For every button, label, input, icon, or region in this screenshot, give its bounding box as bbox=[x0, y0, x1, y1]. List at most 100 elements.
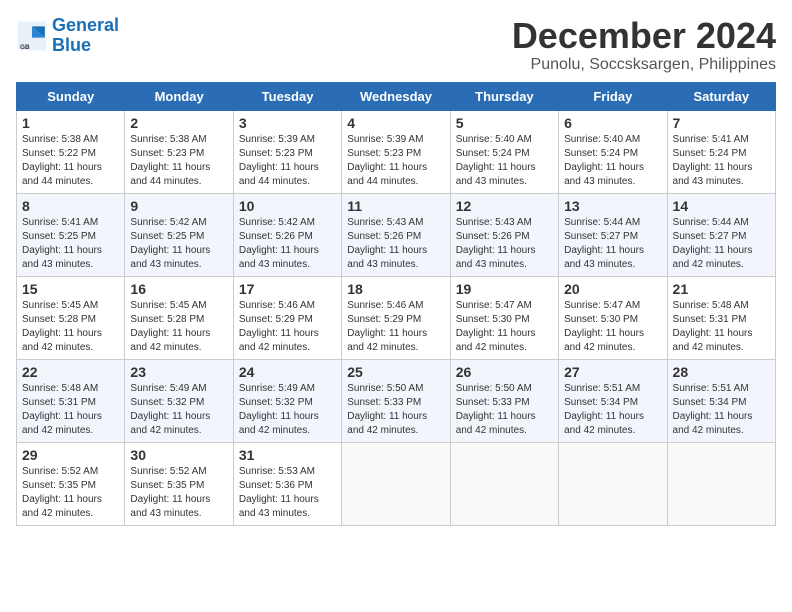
cell-info: Sunrise: 5:46 AM Sunset: 5:29 PM Dayligh… bbox=[239, 299, 336, 355]
calendar-header-monday: Monday bbox=[125, 82, 233, 110]
day-number: 31 bbox=[239, 447, 336, 463]
cell-info: Sunrise: 5:46 AM Sunset: 5:29 PM Dayligh… bbox=[347, 299, 444, 355]
calendar-header-friday: Friday bbox=[559, 82, 667, 110]
cell-info: Sunrise: 5:42 AM Sunset: 5:25 PM Dayligh… bbox=[130, 216, 227, 272]
day-number: 27 bbox=[564, 364, 661, 380]
calendar-cell: 4 Sunrise: 5:39 AM Sunset: 5:23 PM Dayli… bbox=[342, 110, 450, 193]
day-number: 11 bbox=[347, 198, 444, 214]
day-number: 24 bbox=[239, 364, 336, 380]
cell-info: Sunrise: 5:51 AM Sunset: 5:34 PM Dayligh… bbox=[673, 382, 770, 438]
calendar-cell: 13 Sunrise: 5:44 AM Sunset: 5:27 PM Dayl… bbox=[559, 193, 667, 276]
calendar-cell: 31 Sunrise: 5:53 AM Sunset: 5:36 PM Dayl… bbox=[233, 442, 341, 525]
day-number: 5 bbox=[456, 115, 553, 131]
calendar-header-wednesday: Wednesday bbox=[342, 82, 450, 110]
day-number: 3 bbox=[239, 115, 336, 131]
title-area: December 2024 Punolu, Soccsksargen, Phil… bbox=[512, 16, 776, 74]
calendar-cell: 3 Sunrise: 5:39 AM Sunset: 5:23 PM Dayli… bbox=[233, 110, 341, 193]
calendar-cell: 26 Sunrise: 5:50 AM Sunset: 5:33 PM Dayl… bbox=[450, 359, 558, 442]
cell-info: Sunrise: 5:48 AM Sunset: 5:31 PM Dayligh… bbox=[22, 382, 119, 438]
calendar-cell: 1 Sunrise: 5:38 AM Sunset: 5:22 PM Dayli… bbox=[17, 110, 125, 193]
calendar-cell: 15 Sunrise: 5:45 AM Sunset: 5:28 PM Dayl… bbox=[17, 276, 125, 359]
calendar-cell: 8 Sunrise: 5:41 AM Sunset: 5:25 PM Dayli… bbox=[17, 193, 125, 276]
cell-info: Sunrise: 5:43 AM Sunset: 5:26 PM Dayligh… bbox=[347, 216, 444, 272]
calendar-cell bbox=[450, 442, 558, 525]
cell-info: Sunrise: 5:40 AM Sunset: 5:24 PM Dayligh… bbox=[456, 133, 553, 189]
location-title: Punolu, Soccsksargen, Philippines bbox=[512, 56, 776, 74]
calendar-cell: 27 Sunrise: 5:51 AM Sunset: 5:34 PM Dayl… bbox=[559, 359, 667, 442]
svg-text:GB: GB bbox=[20, 44, 30, 51]
cell-info: Sunrise: 5:40 AM Sunset: 5:24 PM Dayligh… bbox=[564, 133, 661, 189]
day-number: 20 bbox=[564, 281, 661, 297]
day-number: 29 bbox=[22, 447, 119, 463]
general-blue-icon: GB bbox=[16, 20, 48, 52]
calendar-cell: 30 Sunrise: 5:52 AM Sunset: 5:35 PM Dayl… bbox=[125, 442, 233, 525]
calendar-cell: 22 Sunrise: 5:48 AM Sunset: 5:31 PM Dayl… bbox=[17, 359, 125, 442]
logo-text: General Blue bbox=[52, 16, 119, 56]
calendar-cell: 6 Sunrise: 5:40 AM Sunset: 5:24 PM Dayli… bbox=[559, 110, 667, 193]
calendar-cell: 2 Sunrise: 5:38 AM Sunset: 5:23 PM Dayli… bbox=[125, 110, 233, 193]
cell-info: Sunrise: 5:45 AM Sunset: 5:28 PM Dayligh… bbox=[130, 299, 227, 355]
day-number: 30 bbox=[130, 447, 227, 463]
day-number: 14 bbox=[673, 198, 770, 214]
day-number: 12 bbox=[456, 198, 553, 214]
calendar-cell: 28 Sunrise: 5:51 AM Sunset: 5:34 PM Dayl… bbox=[667, 359, 775, 442]
day-number: 25 bbox=[347, 364, 444, 380]
cell-info: Sunrise: 5:50 AM Sunset: 5:33 PM Dayligh… bbox=[456, 382, 553, 438]
calendar-cell: 24 Sunrise: 5:49 AM Sunset: 5:32 PM Dayl… bbox=[233, 359, 341, 442]
logo: GB General Blue bbox=[16, 16, 119, 56]
cell-info: Sunrise: 5:44 AM Sunset: 5:27 PM Dayligh… bbox=[673, 216, 770, 272]
cell-info: Sunrise: 5:42 AM Sunset: 5:26 PM Dayligh… bbox=[239, 216, 336, 272]
day-number: 6 bbox=[564, 115, 661, 131]
day-number: 26 bbox=[456, 364, 553, 380]
calendar-cell: 19 Sunrise: 5:47 AM Sunset: 5:30 PM Dayl… bbox=[450, 276, 558, 359]
cell-info: Sunrise: 5:50 AM Sunset: 5:33 PM Dayligh… bbox=[347, 382, 444, 438]
day-number: 21 bbox=[673, 281, 770, 297]
cell-info: Sunrise: 5:38 AM Sunset: 5:23 PM Dayligh… bbox=[130, 133, 227, 189]
calendar-cell: 7 Sunrise: 5:41 AM Sunset: 5:24 PM Dayli… bbox=[667, 110, 775, 193]
day-number: 16 bbox=[130, 281, 227, 297]
calendar-header-sunday: Sunday bbox=[17, 82, 125, 110]
calendar-header-tuesday: Tuesday bbox=[233, 82, 341, 110]
cell-info: Sunrise: 5:45 AM Sunset: 5:28 PM Dayligh… bbox=[22, 299, 119, 355]
calendar-cell: 16 Sunrise: 5:45 AM Sunset: 5:28 PM Dayl… bbox=[125, 276, 233, 359]
day-number: 8 bbox=[22, 198, 119, 214]
cell-info: Sunrise: 5:52 AM Sunset: 5:35 PM Dayligh… bbox=[130, 465, 227, 521]
cell-info: Sunrise: 5:38 AM Sunset: 5:22 PM Dayligh… bbox=[22, 133, 119, 189]
day-number: 2 bbox=[130, 115, 227, 131]
calendar-cell: 5 Sunrise: 5:40 AM Sunset: 5:24 PM Dayli… bbox=[450, 110, 558, 193]
day-number: 23 bbox=[130, 364, 227, 380]
cell-info: Sunrise: 5:51 AM Sunset: 5:34 PM Dayligh… bbox=[564, 382, 661, 438]
calendar-cell bbox=[342, 442, 450, 525]
day-number: 18 bbox=[347, 281, 444, 297]
cell-info: Sunrise: 5:41 AM Sunset: 5:25 PM Dayligh… bbox=[22, 216, 119, 272]
calendar-cell: 12 Sunrise: 5:43 AM Sunset: 5:26 PM Dayl… bbox=[450, 193, 558, 276]
calendar-cell: 14 Sunrise: 5:44 AM Sunset: 5:27 PM Dayl… bbox=[667, 193, 775, 276]
cell-info: Sunrise: 5:39 AM Sunset: 5:23 PM Dayligh… bbox=[239, 133, 336, 189]
day-number: 19 bbox=[456, 281, 553, 297]
day-number: 28 bbox=[673, 364, 770, 380]
calendar-cell: 18 Sunrise: 5:46 AM Sunset: 5:29 PM Dayl… bbox=[342, 276, 450, 359]
cell-info: Sunrise: 5:49 AM Sunset: 5:32 PM Dayligh… bbox=[239, 382, 336, 438]
day-number: 22 bbox=[22, 364, 119, 380]
cell-info: Sunrise: 5:53 AM Sunset: 5:36 PM Dayligh… bbox=[239, 465, 336, 521]
calendar-cell: 20 Sunrise: 5:47 AM Sunset: 5:30 PM Dayl… bbox=[559, 276, 667, 359]
calendar-cell: 25 Sunrise: 5:50 AM Sunset: 5:33 PM Dayl… bbox=[342, 359, 450, 442]
calendar-cell: 10 Sunrise: 5:42 AM Sunset: 5:26 PM Dayl… bbox=[233, 193, 341, 276]
calendar-cell: 9 Sunrise: 5:42 AM Sunset: 5:25 PM Dayli… bbox=[125, 193, 233, 276]
day-number: 17 bbox=[239, 281, 336, 297]
cell-info: Sunrise: 5:52 AM Sunset: 5:35 PM Dayligh… bbox=[22, 465, 119, 521]
cell-info: Sunrise: 5:48 AM Sunset: 5:31 PM Dayligh… bbox=[673, 299, 770, 355]
day-number: 4 bbox=[347, 115, 444, 131]
calendar-cell: 23 Sunrise: 5:49 AM Sunset: 5:32 PM Dayl… bbox=[125, 359, 233, 442]
month-title: December 2024 bbox=[512, 16, 776, 56]
day-number: 7 bbox=[673, 115, 770, 131]
cell-info: Sunrise: 5:47 AM Sunset: 5:30 PM Dayligh… bbox=[564, 299, 661, 355]
cell-info: Sunrise: 5:44 AM Sunset: 5:27 PM Dayligh… bbox=[564, 216, 661, 272]
calendar-cell bbox=[559, 442, 667, 525]
day-number: 13 bbox=[564, 198, 661, 214]
calendar-cell: 29 Sunrise: 5:52 AM Sunset: 5:35 PM Dayl… bbox=[17, 442, 125, 525]
calendar-cell: 17 Sunrise: 5:46 AM Sunset: 5:29 PM Dayl… bbox=[233, 276, 341, 359]
cell-info: Sunrise: 5:43 AM Sunset: 5:26 PM Dayligh… bbox=[456, 216, 553, 272]
calendar-cell: 21 Sunrise: 5:48 AM Sunset: 5:31 PM Dayl… bbox=[667, 276, 775, 359]
day-number: 10 bbox=[239, 198, 336, 214]
